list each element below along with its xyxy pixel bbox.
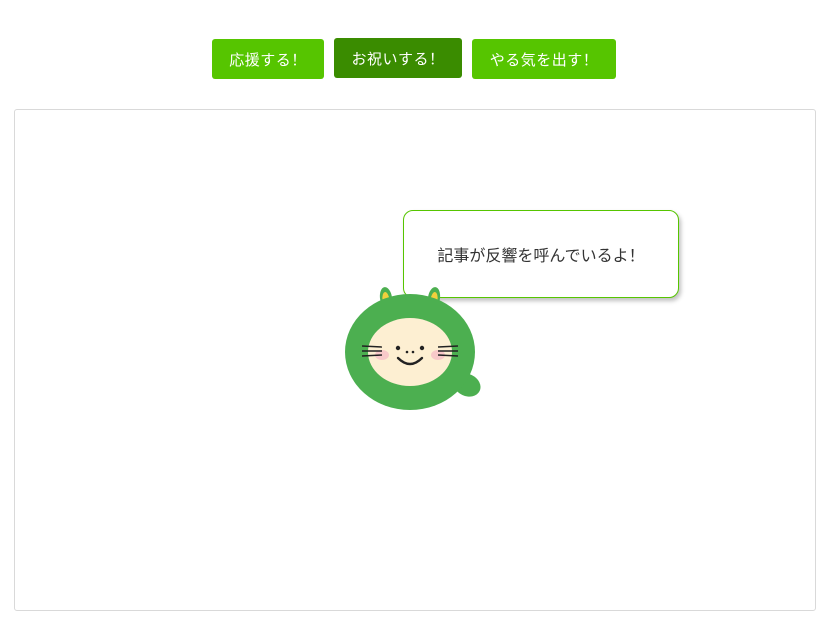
motivate-button[interactable]: やる気を出す！ (472, 39, 616, 79)
speech-bubble-text: 記事が反響を呼んでいるよ！ (437, 246, 645, 265)
reaction-toolbar: 応援する！ お祝いする！ やる気を出す！ (0, 38, 826, 79)
mascot-stage: 記事が反響を呼んでいるよ！ (14, 109, 816, 611)
cheer-button[interactable]: 応援する！ (212, 39, 324, 79)
green-mascot-icon (345, 287, 481, 410)
celebrate-button[interactable]: お祝いする！ (334, 38, 462, 78)
mascot-character[interactable] (340, 284, 485, 414)
